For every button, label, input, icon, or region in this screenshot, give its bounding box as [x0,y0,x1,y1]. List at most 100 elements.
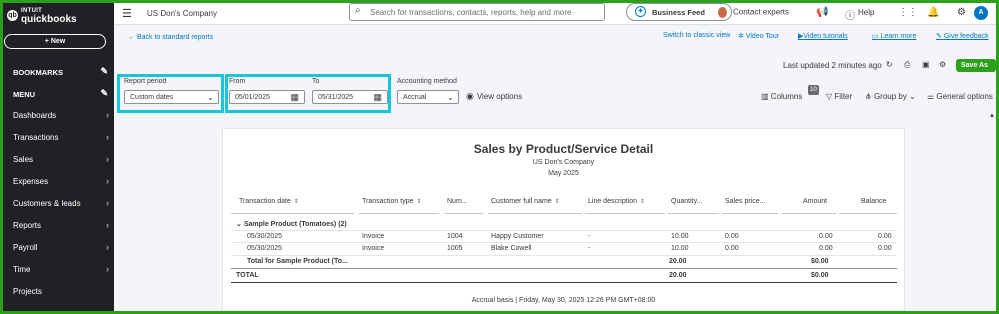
print-icon[interactable]: ⎙ [904,60,910,70]
sidebar-item-dashboards[interactable]: Dashboards › [3,104,114,126]
report-title[interactable]: Sales by Product/Service Detail [223,142,904,156]
sidebar-item-expenses[interactable]: Expenses › [3,170,114,192]
row-divider [231,268,897,269]
business-feed-label: Business Feed [652,8,705,17]
from-label: From [229,78,246,85]
total-amount: $0.00 [811,272,829,279]
sidebar-item-label: Dashboards [13,110,57,120]
pencil-icon[interactable]: ✎ [100,88,108,99]
switch-classic-view-link[interactable]: Switch to classic view [663,32,730,39]
sidebar-item-time[interactable]: Time › [3,258,114,280]
column-header-customer-full-name[interactable]: Customer full name ⇕ [491,198,560,205]
sort-icon: ⇕ [293,199,299,205]
column-header-transaction-type[interactable]: Transaction type ⇕ [362,198,422,205]
chevron-down-icon: ⌄ [236,221,242,228]
give-feedback-link[interactable]: ✎ Give feedback [936,32,989,40]
new-button[interactable]: + New [4,34,106,49]
sliders-icon: ⚌ [927,92,935,101]
company-name[interactable]: US Don's Company [147,9,217,18]
chevron-right-icon: › [106,198,109,208]
filter-button[interactable]: ▽ Filter [826,92,852,101]
subtotal-amount: $0.00 [811,258,829,265]
save-as-button[interactable]: Save As [956,59,996,72]
hamburger-menu-icon[interactable]: ☰ [122,7,132,20]
column-header-sales-price[interactable]: Sales price... [725,198,765,205]
filter-icon: ▽ [826,92,833,101]
learn-more-link[interactable]: ▭ Learn more [872,32,916,40]
cell-type[interactable]: Invoice [362,233,384,240]
help-icon[interactable]: ⓘ [845,7,855,22]
refresh-icon[interactable]: ↻ [886,60,893,69]
columns-label: Columns [770,92,803,101]
sidebar-item-sales[interactable]: Sales › [3,148,114,170]
calendar-icon[interactable]: ▦ [290,92,299,103]
sidebar-item-customers-leads[interactable]: Customers & leads › [3,192,114,214]
user-avatar[interactable]: A [974,6,988,20]
row-divider [231,242,897,243]
column-header-transaction-date[interactable]: Transaction date ⇕ [239,198,299,205]
settings-icon[interactable]: ⚙ [939,60,946,69]
search-icon: ⌕ [355,5,361,16]
business-feed-button[interactable]: ✦ Business Feed [626,3,732,21]
row-divider [231,230,897,231]
sidebar-bookmarks[interactable]: BOOKMARKS ✎ [3,61,114,83]
cell-type[interactable]: Invoice [362,245,384,252]
report-period-select[interactable]: Custom dates ⌄ [124,90,219,104]
help-label[interactable]: Help [858,8,874,17]
group-row[interactable]: ⌄ Sample Product (Tomatoes) (2) [236,220,347,228]
contact-experts-button[interactable]: Contact experts [718,7,789,18]
bell-icon[interactable]: 🔔 [927,7,939,18]
cell-description: - [588,233,591,240]
column-header-quantity[interactable]: Quantity... [671,198,702,205]
general-options-button[interactable]: ⚌ General options [927,92,993,101]
video-tour-link[interactable]: ✲ Video Tour [738,32,779,40]
sidebar-item-projects[interactable]: Projects [3,280,114,302]
sidebar-item-label: Reports [13,220,42,230]
columns-button[interactable]: ▥ Columns [761,92,802,101]
back-to-standard-reports-link[interactable]: ← Back to standard reports [128,34,213,41]
scroll-up-icon[interactable]: ▲ [989,113,995,119]
apps-grid-icon[interactable]: ⋮⋮ [898,7,918,18]
from-date-input[interactable]: 05/01/2025 ▦ [229,90,305,104]
cell-description: - [588,245,591,252]
column-header-label: Sales price... [725,198,766,205]
group-by-button[interactable]: ⋔ Group by ⌄ [865,92,916,101]
to-date-input[interactable]: 05/31/2025 ▦ [312,90,388,104]
column-divider [722,213,778,214]
search-input[interactable]: ⌕ Search for transactions, contacts, rep… [349,3,605,21]
column-header-line-description[interactable]: Line description ⇕ [588,198,645,205]
column-divider [444,213,483,214]
megaphone-icon[interactable]: 📢 [816,7,828,18]
sidebar-menu[interactable]: MENU ✎ [3,83,114,105]
chevron-right-icon: › [106,110,109,120]
to-date-value: 05/31/2025 [318,94,354,101]
chevron-down-icon: ⌄ [909,92,916,101]
back-link-label: Back to standard reports [136,34,214,41]
chevron-down-icon: ⌄ [447,93,454,102]
sidebar-item-payroll[interactable]: Payroll › [3,236,114,258]
export-icon[interactable]: ▣ [922,60,930,69]
pencil-icon[interactable]: ✎ [100,66,108,77]
column-header-amount[interactable]: Amount [803,198,827,205]
cell-quantity: 10.00 [671,245,689,252]
column-divider [839,213,897,214]
sidebar-item-transactions[interactable]: Transactions › [3,126,114,148]
contact-experts-label: Contact experts [733,7,790,17]
column-header-label: Num... [447,198,468,205]
cell-amount: 0.00 [819,245,833,252]
accounting-method-select[interactable]: Accrual ⌄ [397,90,459,104]
calendar-icon[interactable]: ▦ [373,92,382,103]
video-tutorials-link[interactable]: ▶Video tutorials [798,32,848,40]
row-divider [231,282,897,283]
row-divider [231,255,897,256]
column-header-balance[interactable]: Balance [861,198,886,205]
sidebar-item-reports[interactable]: Reports › [3,214,114,236]
view-options-button[interactable]: ◉ View options [466,91,522,102]
quickbooks-logo[interactable]: qb INTUIT quickbooks [7,7,107,31]
gear-icon[interactable]: ⚙ [957,7,966,18]
column-header-label: Customer full name [491,198,552,205]
column-header-label: Quantity... [671,198,703,205]
column-divider [231,213,354,214]
column-header-num[interactable]: Num... [447,198,468,205]
cell-amount: 0.00 [819,233,833,240]
